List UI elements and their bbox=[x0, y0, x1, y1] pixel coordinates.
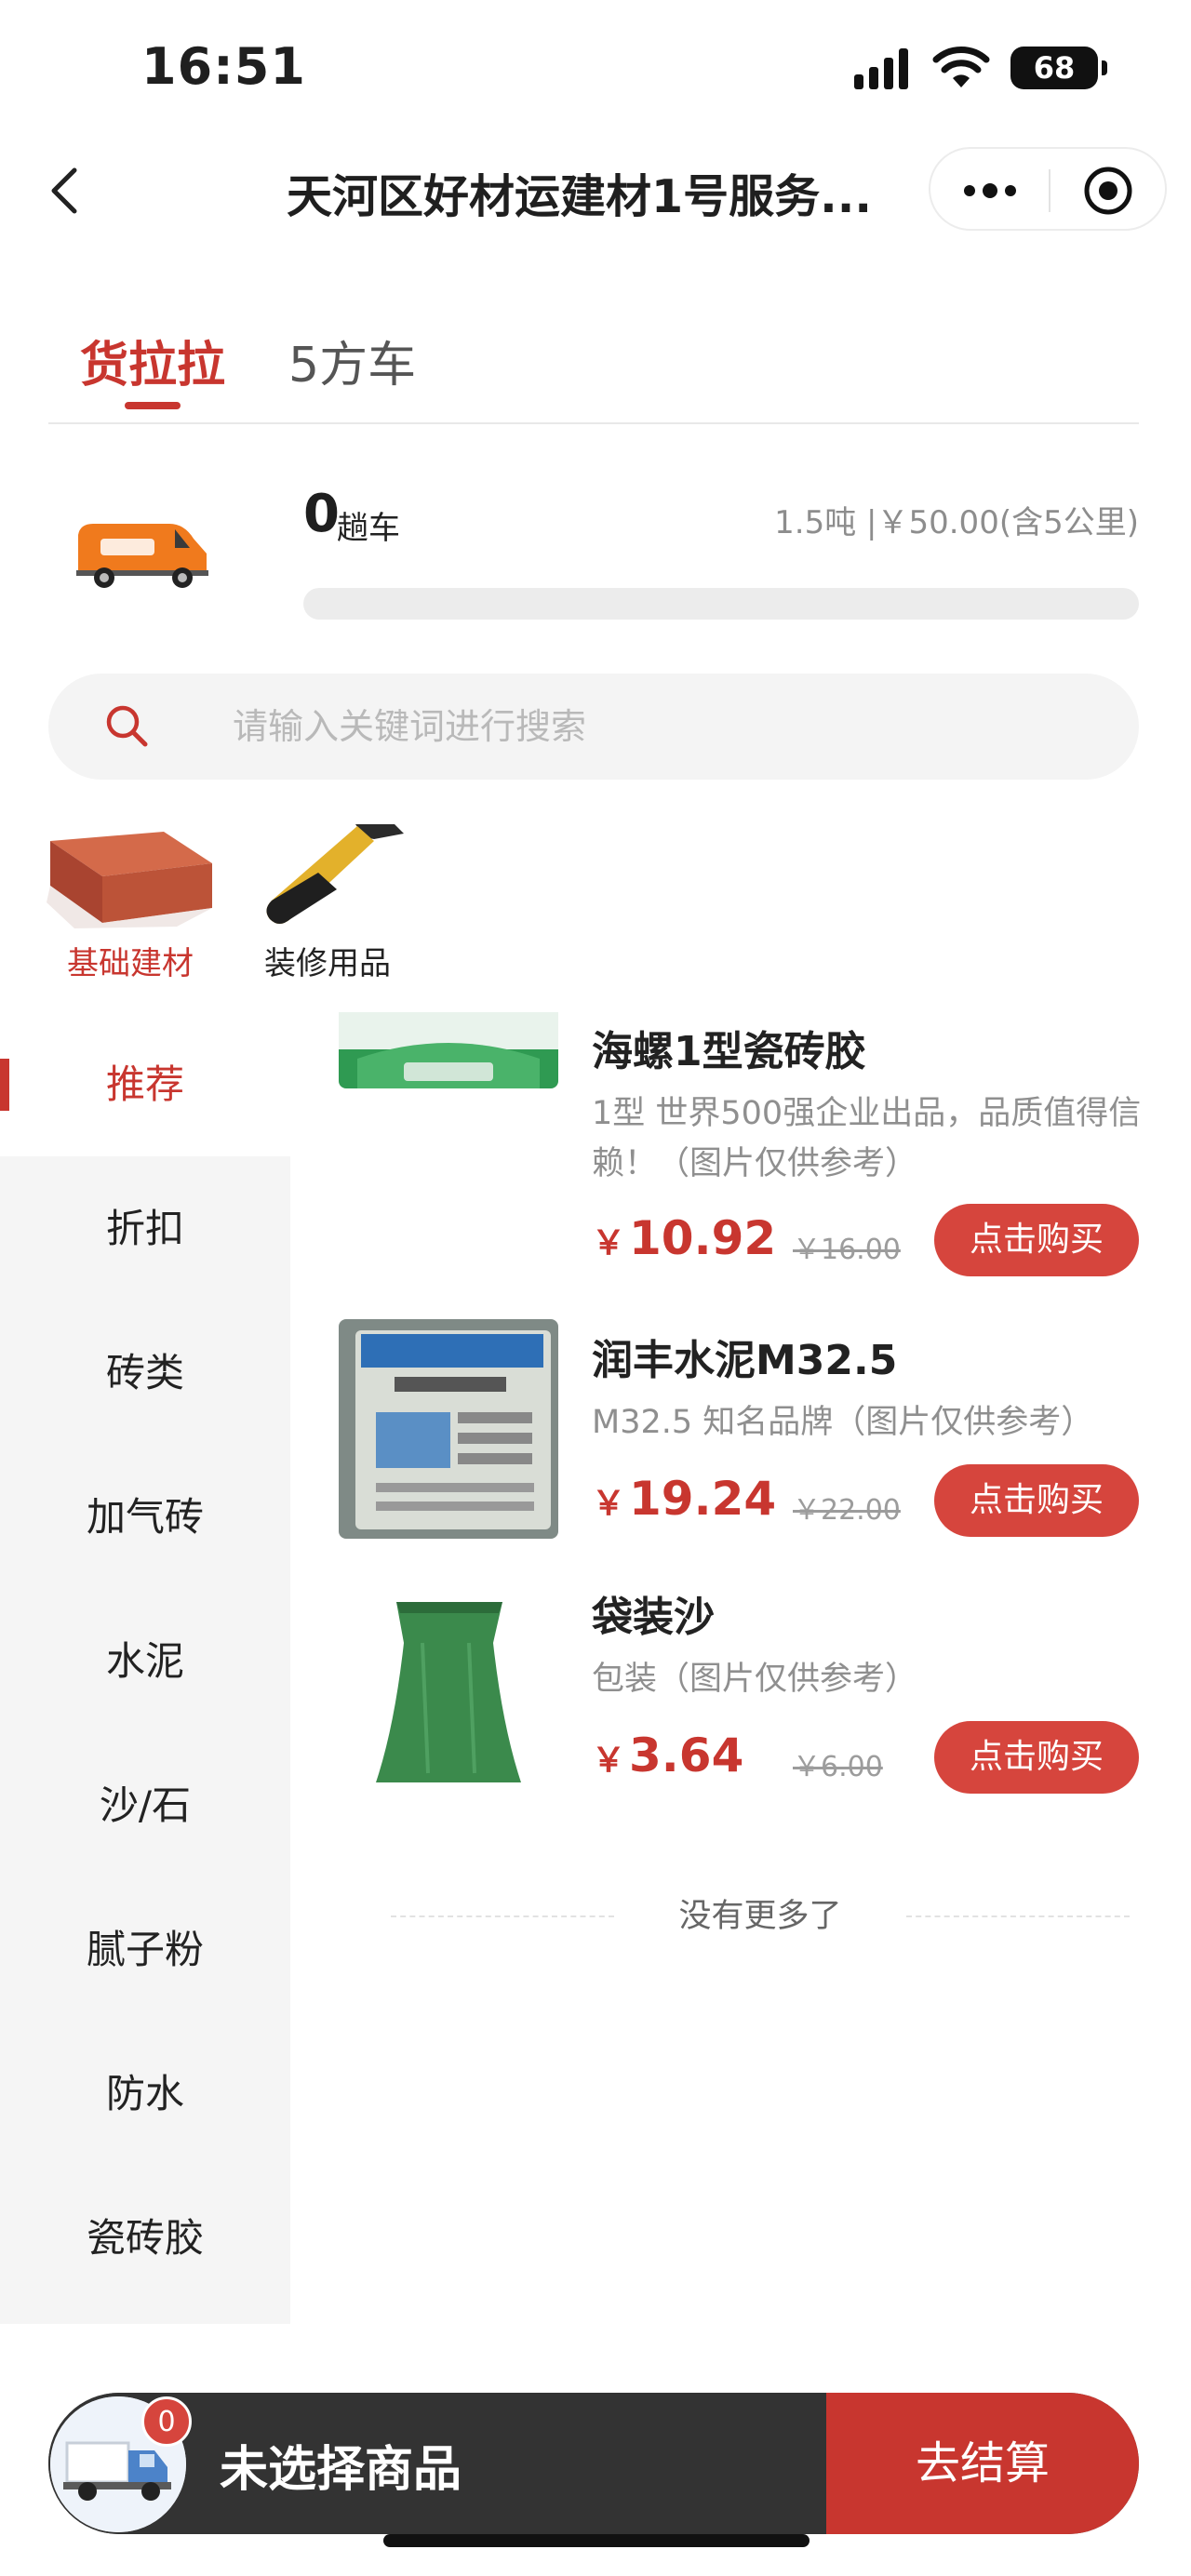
side-item-waterproof[interactable]: 防水 bbox=[0, 2022, 290, 2166]
product-image bbox=[339, 1319, 558, 1539]
battery-indicator: 68 bbox=[1010, 47, 1107, 89]
product-name: 海螺1型瓷砖胶 bbox=[592, 1028, 866, 1075]
currency-symbol: ￥ bbox=[592, 1224, 626, 1262]
cement-bag-icon bbox=[339, 1319, 558, 1539]
product-original-price: ￥22.00 bbox=[793, 1494, 901, 1527]
home-indicator bbox=[383, 2534, 810, 2547]
checkout-button[interactable]: 去结算 bbox=[826, 2393, 1139, 2534]
product-image bbox=[339, 1587, 558, 1807]
product-price: ￥19.24 bbox=[592, 1472, 776, 1526]
side-item-putty[interactable]: 腻子粉 bbox=[0, 1877, 290, 2022]
product-image bbox=[339, 1012, 558, 1088]
side-item-discount[interactable]: 折扣 bbox=[0, 1156, 290, 1301]
price-value: 10.92 bbox=[629, 1211, 777, 1265]
product-card: 袋装沙 包装（图片仅供参考） ￥3.64 ￥6.00 点击购买 bbox=[290, 1587, 1191, 1838]
page-title: 天河区好材运建材1号服务... bbox=[287, 170, 872, 223]
buy-button[interactable]: 点击购买 bbox=[934, 1464, 1139, 1537]
side-item-label: 推荐 bbox=[105, 1061, 184, 1107]
cart-count-badge: 0 bbox=[141, 2396, 192, 2447]
vehicle-tabs: 货拉拉 5方车 bbox=[48, 316, 1139, 424]
side-item-label: 防水 bbox=[105, 2071, 184, 2116]
price-value: 3.64 bbox=[629, 1728, 744, 1782]
side-item-cement[interactable]: 水泥 bbox=[0, 1589, 290, 1733]
product-price: ￥10.92 bbox=[592, 1211, 776, 1265]
trip-unit: 趟车 bbox=[337, 510, 400, 547]
side-item-label: 腻子粉 bbox=[86, 1927, 204, 1972]
sand-bag-icon bbox=[339, 1587, 558, 1807]
tab-huolala[interactable]: 货拉拉 bbox=[80, 326, 225, 395]
close-miniapp-icon[interactable] bbox=[1081, 164, 1135, 218]
product-list: 海螺1型瓷砖胶 1型 世界500强企业出品，品质值得信赖！（图片仅供参考） ￥1… bbox=[290, 1012, 1191, 2324]
cart-bar: 未选择商品 去结算 bbox=[48, 2393, 1139, 2534]
status-bar: 16:51 68 bbox=[0, 0, 1191, 140]
side-item-label: 加气砖 bbox=[86, 1494, 204, 1540]
side-item-label: 沙/石 bbox=[99, 1782, 192, 1828]
product-original-price: ￥6.00 bbox=[793, 1751, 883, 1783]
more-options-icon[interactable] bbox=[960, 177, 1020, 205]
side-item-label: 瓷砖胶 bbox=[86, 2215, 204, 2261]
tile-adhesive-bag-icon bbox=[339, 1012, 558, 1088]
side-item-tile-adhesive[interactable]: 瓷砖胶 bbox=[0, 2166, 290, 2310]
back-arrow-icon[interactable] bbox=[39, 163, 95, 219]
currency-symbol: ￥ bbox=[592, 1485, 626, 1523]
category-label: 装修用品 bbox=[264, 945, 391, 982]
side-item-recommended[interactable]: 推荐 bbox=[0, 1012, 290, 1156]
side-item-sand-stone[interactable]: 沙/石 bbox=[0, 1733, 290, 1877]
search-bar[interactable] bbox=[48, 674, 1139, 780]
side-category-nav: 推荐 折扣 砖类 加气砖 水泥 沙/石 腻子粉 防水 瓷砖胶 bbox=[0, 1012, 290, 2324]
search-input[interactable] bbox=[233, 698, 1070, 755]
product-card: 润丰水泥M32.5 M32.5 知名品牌（图片仅供参考） ￥19.24 ￥22.… bbox=[290, 1319, 1191, 1561]
side-item-bricks[interactable]: 砖类 bbox=[0, 1301, 290, 1445]
side-item-label: 折扣 bbox=[105, 1206, 184, 1251]
navigation-bar: 天河区好材运建材1号服务... bbox=[0, 140, 1191, 244]
vehicle-price-info: 1.5吨 |￥50.00(含5公里) bbox=[774, 504, 1139, 541]
category-row: 基础建材 装修用品 bbox=[0, 819, 1191, 1005]
side-item-label: 水泥 bbox=[105, 1638, 184, 1684]
buy-button[interactable]: 点击购买 bbox=[934, 1721, 1139, 1794]
cart-status-text: 未选择商品 bbox=[220, 2442, 462, 2498]
tab-active-indicator bbox=[125, 402, 181, 409]
product-price: ￥3.64 bbox=[592, 1728, 743, 1782]
product-description: 1型 世界500强企业出品，品质值得信赖！（图片仅供参考） bbox=[592, 1095, 1142, 1182]
product-description: M32.5 知名品牌（图片仅供参考） bbox=[592, 1404, 1094, 1441]
product-description: 包装（图片仅供参考） bbox=[592, 1661, 918, 1698]
brick-icon bbox=[47, 832, 212, 928]
product-card: 海螺1型瓷砖胶 1型 世界500强企业出品，品质值得信赖！（图片仅供参考） ￥1… bbox=[290, 1012, 1191, 1310]
buy-button[interactable]: 点击购买 bbox=[934, 1204, 1139, 1276]
wifi-icon bbox=[932, 47, 990, 87]
miniapp-capsule bbox=[929, 147, 1167, 231]
cellular-signal-icon bbox=[854, 48, 908, 89]
category-label: 基础建材 bbox=[67, 945, 194, 982]
product-name: 袋装沙 bbox=[592, 1594, 715, 1641]
category-basic-materials[interactable]: 基础建材 bbox=[37, 819, 223, 1005]
price-value: 19.24 bbox=[629, 1472, 777, 1526]
search-icon bbox=[106, 705, 148, 747]
side-item-aerated-bricks[interactable]: 加气砖 bbox=[0, 1445, 290, 1589]
hammer-icon bbox=[266, 824, 404, 924]
side-active-marker bbox=[0, 1059, 9, 1111]
status-time: 16:51 bbox=[141, 37, 306, 96]
tab-5-cubic-truck[interactable]: 5方车 bbox=[288, 326, 416, 395]
category-decoration-supplies[interactable]: 装修用品 bbox=[234, 819, 421, 1005]
trip-count: 0 bbox=[303, 484, 340, 544]
currency-symbol: ￥ bbox=[592, 1742, 626, 1780]
trip-summary: 0 趟车 1.5吨 |￥50.00(含5公里) bbox=[0, 465, 1191, 642]
no-more-text: 没有更多了 bbox=[678, 1898, 842, 1935]
product-original-price: ￥16.00 bbox=[793, 1234, 901, 1266]
end-of-list: 没有更多了 bbox=[391, 1889, 1130, 1945]
side-item-label: 砖类 bbox=[105, 1350, 184, 1395]
load-progress-bar bbox=[303, 588, 1139, 620]
delivery-van-icon bbox=[76, 524, 208, 588]
capsule-divider bbox=[1049, 169, 1050, 212]
product-name: 润丰水泥M32.5 bbox=[592, 1337, 898, 1384]
